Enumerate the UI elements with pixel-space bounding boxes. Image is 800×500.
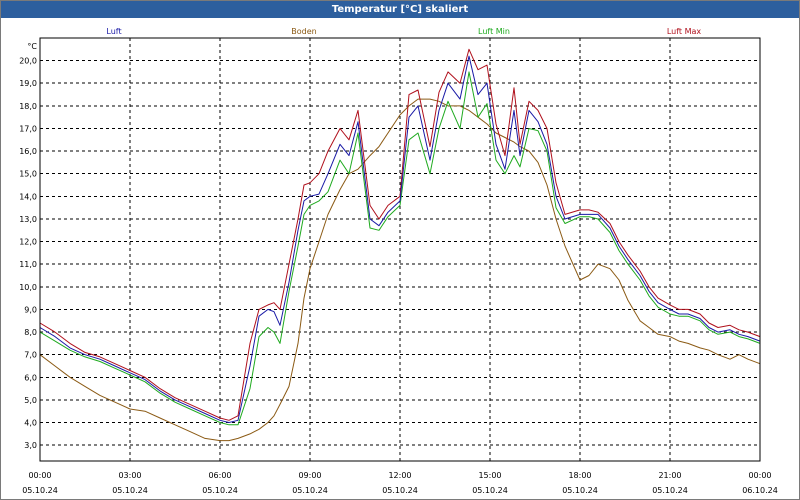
x-tick-time: 00:00 <box>748 471 771 480</box>
legend-luft-max: Luft Max <box>667 27 702 36</box>
y-tick-label: 14,0 <box>19 192 37 201</box>
x-tick-date: 05.10.24 <box>292 486 328 495</box>
y-axis: 3,0 4,0 5,0 6,0 7,0 8,0 9,0 10,0 11,0 12,0 13,0 14,… <box>19 42 37 450</box>
y-tick-label: 3,0 <box>24 441 37 450</box>
x-tick-date: 05.10.24 <box>652 486 688 495</box>
y-tick-label: 16,0 <box>19 147 37 156</box>
y-tick-label: 7,0 <box>24 351 37 360</box>
legend-boden: Boden <box>291 27 316 36</box>
y-tick-label: 20,0 <box>19 57 37 66</box>
legend-luft: Luft <box>106 27 121 36</box>
x-tick-date: 05.10.24 <box>202 486 238 495</box>
x-tick-time: 06:00 <box>208 471 231 480</box>
y-tick-label: 5,0 <box>24 396 37 405</box>
chart-window: Temperatur [°C] skaliert Luft Boden Luft M… <box>0 0 800 500</box>
y-tick-label: 9,0 <box>24 305 37 314</box>
chart-canvas: Luft Boden Luft Min Luft Max 3,0 4,0 5,0 6,0 7,… <box>19 27 778 495</box>
legend: Luft Boden Luft Min Luft Max <box>106 27 701 36</box>
x-tick-date: 05.10.24 <box>22 486 58 495</box>
x-tick-time: 18:00 <box>568 471 591 480</box>
y-tick-label: 17,0 <box>19 124 37 133</box>
y-tick-label: 10,0 <box>19 283 37 292</box>
series-line-boden <box>39 98 761 442</box>
x-tick-time: 03:00 <box>118 471 141 480</box>
y-tick-label: 8,0 <box>24 328 37 337</box>
x-tick-date: 05.10.24 <box>112 486 148 495</box>
y-tick-label: 13,0 <box>19 215 37 224</box>
x-tick-time: 09:00 <box>298 471 321 480</box>
y-tick-label: 12,0 <box>19 238 37 247</box>
y-tick-label: 15,0 <box>19 170 37 179</box>
x-axis: 00:00 05.10.24 03:00 05.10.24 06:00 05.10.24 0… <box>22 471 778 495</box>
grid <box>40 38 760 461</box>
x-tick-date: 06.10.24 <box>742 486 778 495</box>
x-tick-date: 05.10.24 <box>382 486 418 495</box>
x-tick-time: 00:00 <box>28 471 51 480</box>
x-tick-time: 12:00 <box>388 471 411 480</box>
y-tick-label: 6,0 <box>24 373 37 382</box>
y-tick-label: 18,0 <box>19 102 37 111</box>
y-tick-label: 4,0 <box>24 419 37 428</box>
y-axis-unit: °C <box>27 42 37 51</box>
x-tick-date: 05.10.24 <box>472 486 508 495</box>
x-tick-date: 05.10.24 <box>562 486 598 495</box>
x-tick-time: 21:00 <box>658 471 681 480</box>
legend-luft-min: Luft Min <box>478 27 510 36</box>
y-tick-label: 19,0 <box>19 79 37 88</box>
y-tick-label: 11,0 <box>19 260 37 269</box>
x-tick-time: 15:00 <box>478 471 501 480</box>
